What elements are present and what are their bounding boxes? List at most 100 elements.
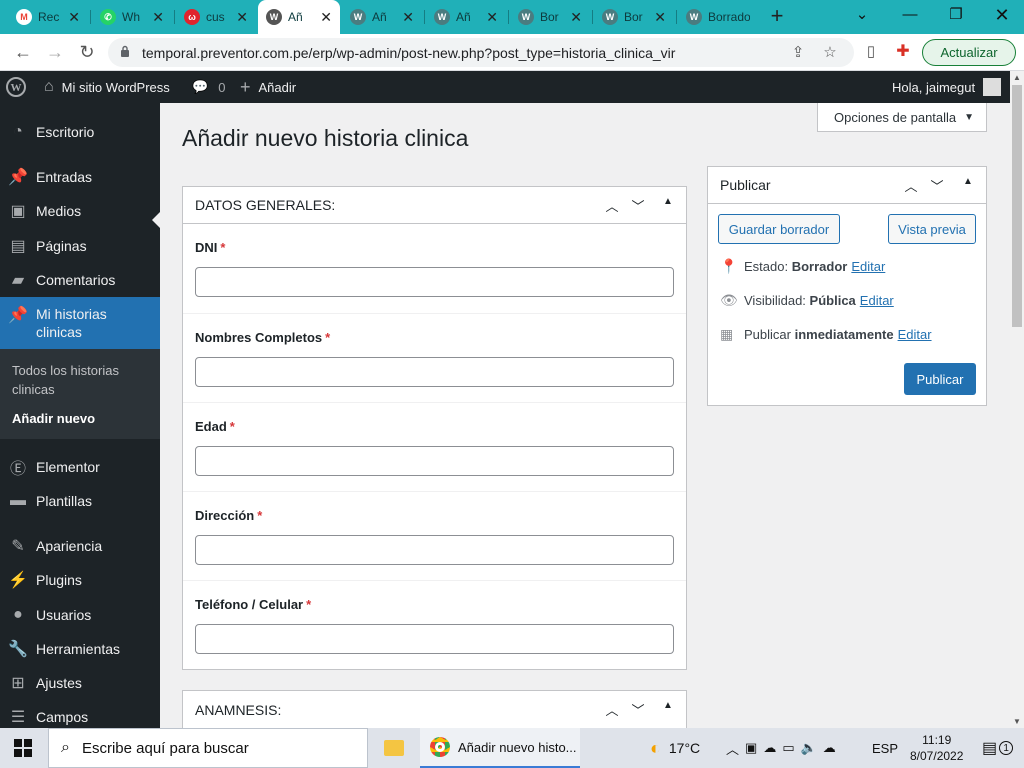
chevron-down-icon[interactable]: ﹀ — [629, 700, 647, 718]
scroll-up-icon[interactable]: ▲ — [1013, 73, 1021, 82]
publish-button[interactable]: Publicar — [904, 363, 976, 395]
file-explorer-icon[interactable] — [384, 728, 404, 768]
close-icon[interactable]: ✕ — [320, 9, 332, 26]
save-draft-button[interactable]: Guardar borrador — [718, 214, 840, 244]
close-icon[interactable]: ✕ — [654, 9, 666, 26]
menu-item-ajustes[interactable]: ⊞ Ajustes — [0, 666, 160, 700]
side-panel-icon[interactable]: ▯ — [858, 40, 884, 66]
extension-icon[interactable]: ✚ — [890, 40, 916, 66]
close-icon[interactable]: ✕ — [570, 9, 582, 26]
weather-widget[interactable]: ◐ 17°C — [650, 728, 700, 768]
toggle-triangle-icon[interactable]: ▲ — [659, 196, 677, 214]
chevron-down-icon[interactable]: ﹀ — [629, 196, 647, 214]
menu-item-elementor[interactable]: Ⓔ Elementor — [0, 450, 160, 484]
forward-arrow-icon[interactable]: → — [42, 40, 68, 66]
edit-status-link[interactable]: Editar — [851, 259, 885, 274]
back-arrow-icon[interactable]: ← — [10, 40, 36, 66]
browser-tab[interactable]: W Bor ✕ — [510, 0, 590, 34]
menu-item-plantillas[interactable]: ▬ Plantillas — [0, 484, 160, 518]
browser-tab[interactable]: W Añ ✕ — [426, 0, 506, 34]
close-icon[interactable]: ✕ — [152, 9, 164, 26]
menu-item-apariencia[interactable]: ✎ Apariencia — [0, 529, 160, 563]
menu-item-entradas[interactable]: 📌 Entradas — [0, 160, 160, 194]
cloud-icon[interactable]: ☁ — [763, 740, 782, 756]
restore-icon[interactable]: ❐ — [936, 4, 976, 28]
chevron-up-icon[interactable]: ︿ — [726, 739, 745, 758]
chevron-up-icon[interactable]: ︿ — [603, 196, 621, 214]
windows-start-icon[interactable] — [14, 728, 38, 768]
system-tray[interactable]: ︿ ▣ ☁ ▭ 🔈 ☁ — [726, 728, 842, 768]
scroll-down-icon[interactable]: ▼ — [1013, 717, 1021, 726]
toggle-triangle-icon[interactable]: ▲ — [959, 176, 977, 194]
reload-icon[interactable]: ↻ — [74, 40, 100, 66]
update-button[interactable]: Actualizar — [922, 39, 1016, 66]
add-new-link[interactable]: + Añadir — [240, 71, 296, 103]
edit-visibility-link[interactable]: Editar — [860, 293, 894, 308]
browser-tab[interactable]: W Borrado — [678, 0, 758, 34]
camera-icon[interactable]: ▣ — [745, 740, 763, 756]
toggle-triangle-icon[interactable]: ▲ — [659, 700, 677, 718]
menu-item-paginas[interactable]: ▤ Páginas — [0, 229, 160, 263]
menu-item-campos[interactable]: ☰ Campos — [0, 700, 160, 728]
browser-toolbar: ← → ↻ temporal.preventor.com.pe/erp/wp-a… — [0, 34, 1024, 71]
close-icon[interactable]: ✕ — [236, 9, 248, 26]
close-icon[interactable]: ✕ — [68, 9, 80, 26]
tab-separator — [424, 10, 425, 24]
direccion-input[interactable] — [195, 535, 674, 565]
visibility-row: 👁 Visibilidad: Pública Editar — [720, 292, 894, 309]
menu-item-herramientas[interactable]: 🔧 Herramientas — [0, 632, 160, 666]
browser-tab[interactable]: M Rec ✕ — [8, 0, 88, 34]
dni-input[interactable] — [195, 267, 674, 297]
menu-item-medios[interactable]: ▣ Medios — [0, 194, 160, 228]
language-indicator[interactable]: ESP — [872, 728, 898, 768]
share-icon[interactable]: ⇪ — [788, 43, 808, 63]
comments-link[interactable]: 💬 0 — [192, 71, 225, 103]
site-name-link[interactable]: ⌂ Mi sitio WordPress — [44, 71, 170, 103]
submenu-add-new[interactable]: Añadir nuevo — [12, 409, 95, 428]
menu-item-comentarios[interactable]: ▰ Comentarios — [0, 263, 160, 297]
wordpress-logo-icon[interactable]: W — [6, 71, 30, 103]
chevron-up-icon[interactable]: ︿ — [902, 176, 920, 194]
chevron-down-icon[interactable]: ⌄ — [842, 4, 882, 28]
taskbar-search-box[interactable]: ⌕ Escribe aquí para buscar — [48, 728, 368, 768]
edad-input[interactable] — [195, 446, 674, 476]
screen-options-button[interactable]: Opciones de pantalla ▼ — [817, 103, 987, 132]
browser-tab[interactable]: W Añ ✕ — [342, 0, 422, 34]
browser-tab[interactable]: ω cus ✕ — [176, 0, 256, 34]
telefono-input[interactable] — [195, 624, 674, 654]
clock[interactable]: 11:19 8/07/2022 — [910, 728, 963, 768]
comment-icon: 💬 — [192, 79, 209, 94]
volume-icon[interactable]: 🔈 — [801, 740, 823, 756]
star-icon[interactable]: ☆ — [820, 43, 840, 63]
chevron-down-icon[interactable]: ﹀ — [928, 176, 946, 194]
address-bar[interactable]: temporal.preventor.com.pe/erp/wp-admin/p… — [108, 38, 854, 67]
preview-button[interactable]: Vista previa — [888, 214, 976, 244]
minimize-icon[interactable]: — — [890, 4, 930, 28]
required-mark: * — [229, 419, 235, 434]
edit-schedule-link[interactable]: Editar — [898, 327, 932, 342]
taskbar-chrome-window[interactable]: Añadir nuevo histo... — [420, 728, 580, 768]
account-menu[interactable]: Hola, jaimegut — [892, 71, 1002, 103]
scrollbar-thumb[interactable] — [1012, 85, 1022, 327]
notifications-button[interactable]: ▤ 1 — [982, 728, 1014, 768]
page-title: Añadir nuevo historia clinica — [182, 125, 469, 151]
browser-tab-active[interactable]: W Añ ✕ — [258, 0, 340, 34]
weather-cloud-icon[interactable]: ☁ — [823, 740, 842, 756]
nombres-input[interactable] — [195, 357, 674, 387]
menu-item-usuarios[interactable]: ● Usuarios — [0, 598, 160, 632]
brush-icon: ✎ — [11, 538, 25, 555]
chevron-up-icon[interactable]: ︿ — [603, 700, 621, 718]
page-scrollbar[interactable]: ▲ ▼ — [1010, 71, 1024, 728]
browser-tab[interactable]: W Bor ✕ — [594, 0, 674, 34]
wordpress-icon: W — [602, 9, 618, 25]
browser-tab[interactable]: ✆ Wh ✕ — [92, 0, 172, 34]
menu-item-historias[interactable]: 📌 Mi historias clinicas — [0, 297, 160, 349]
close-window-icon[interactable]: ✕ — [982, 4, 1022, 28]
menu-item-plugins[interactable]: ⚡ Plugins — [0, 563, 160, 597]
close-icon[interactable]: ✕ — [402, 9, 414, 26]
close-icon[interactable]: ✕ — [486, 9, 498, 26]
submenu-all-historias[interactable]: Todos los historias clinicas — [12, 361, 132, 399]
new-tab-button[interactable]: + — [766, 4, 788, 30]
menu-item-escritorio[interactable]: ◔ Escritorio — [0, 115, 160, 149]
network-icon[interactable]: ▭ — [782, 740, 800, 756]
